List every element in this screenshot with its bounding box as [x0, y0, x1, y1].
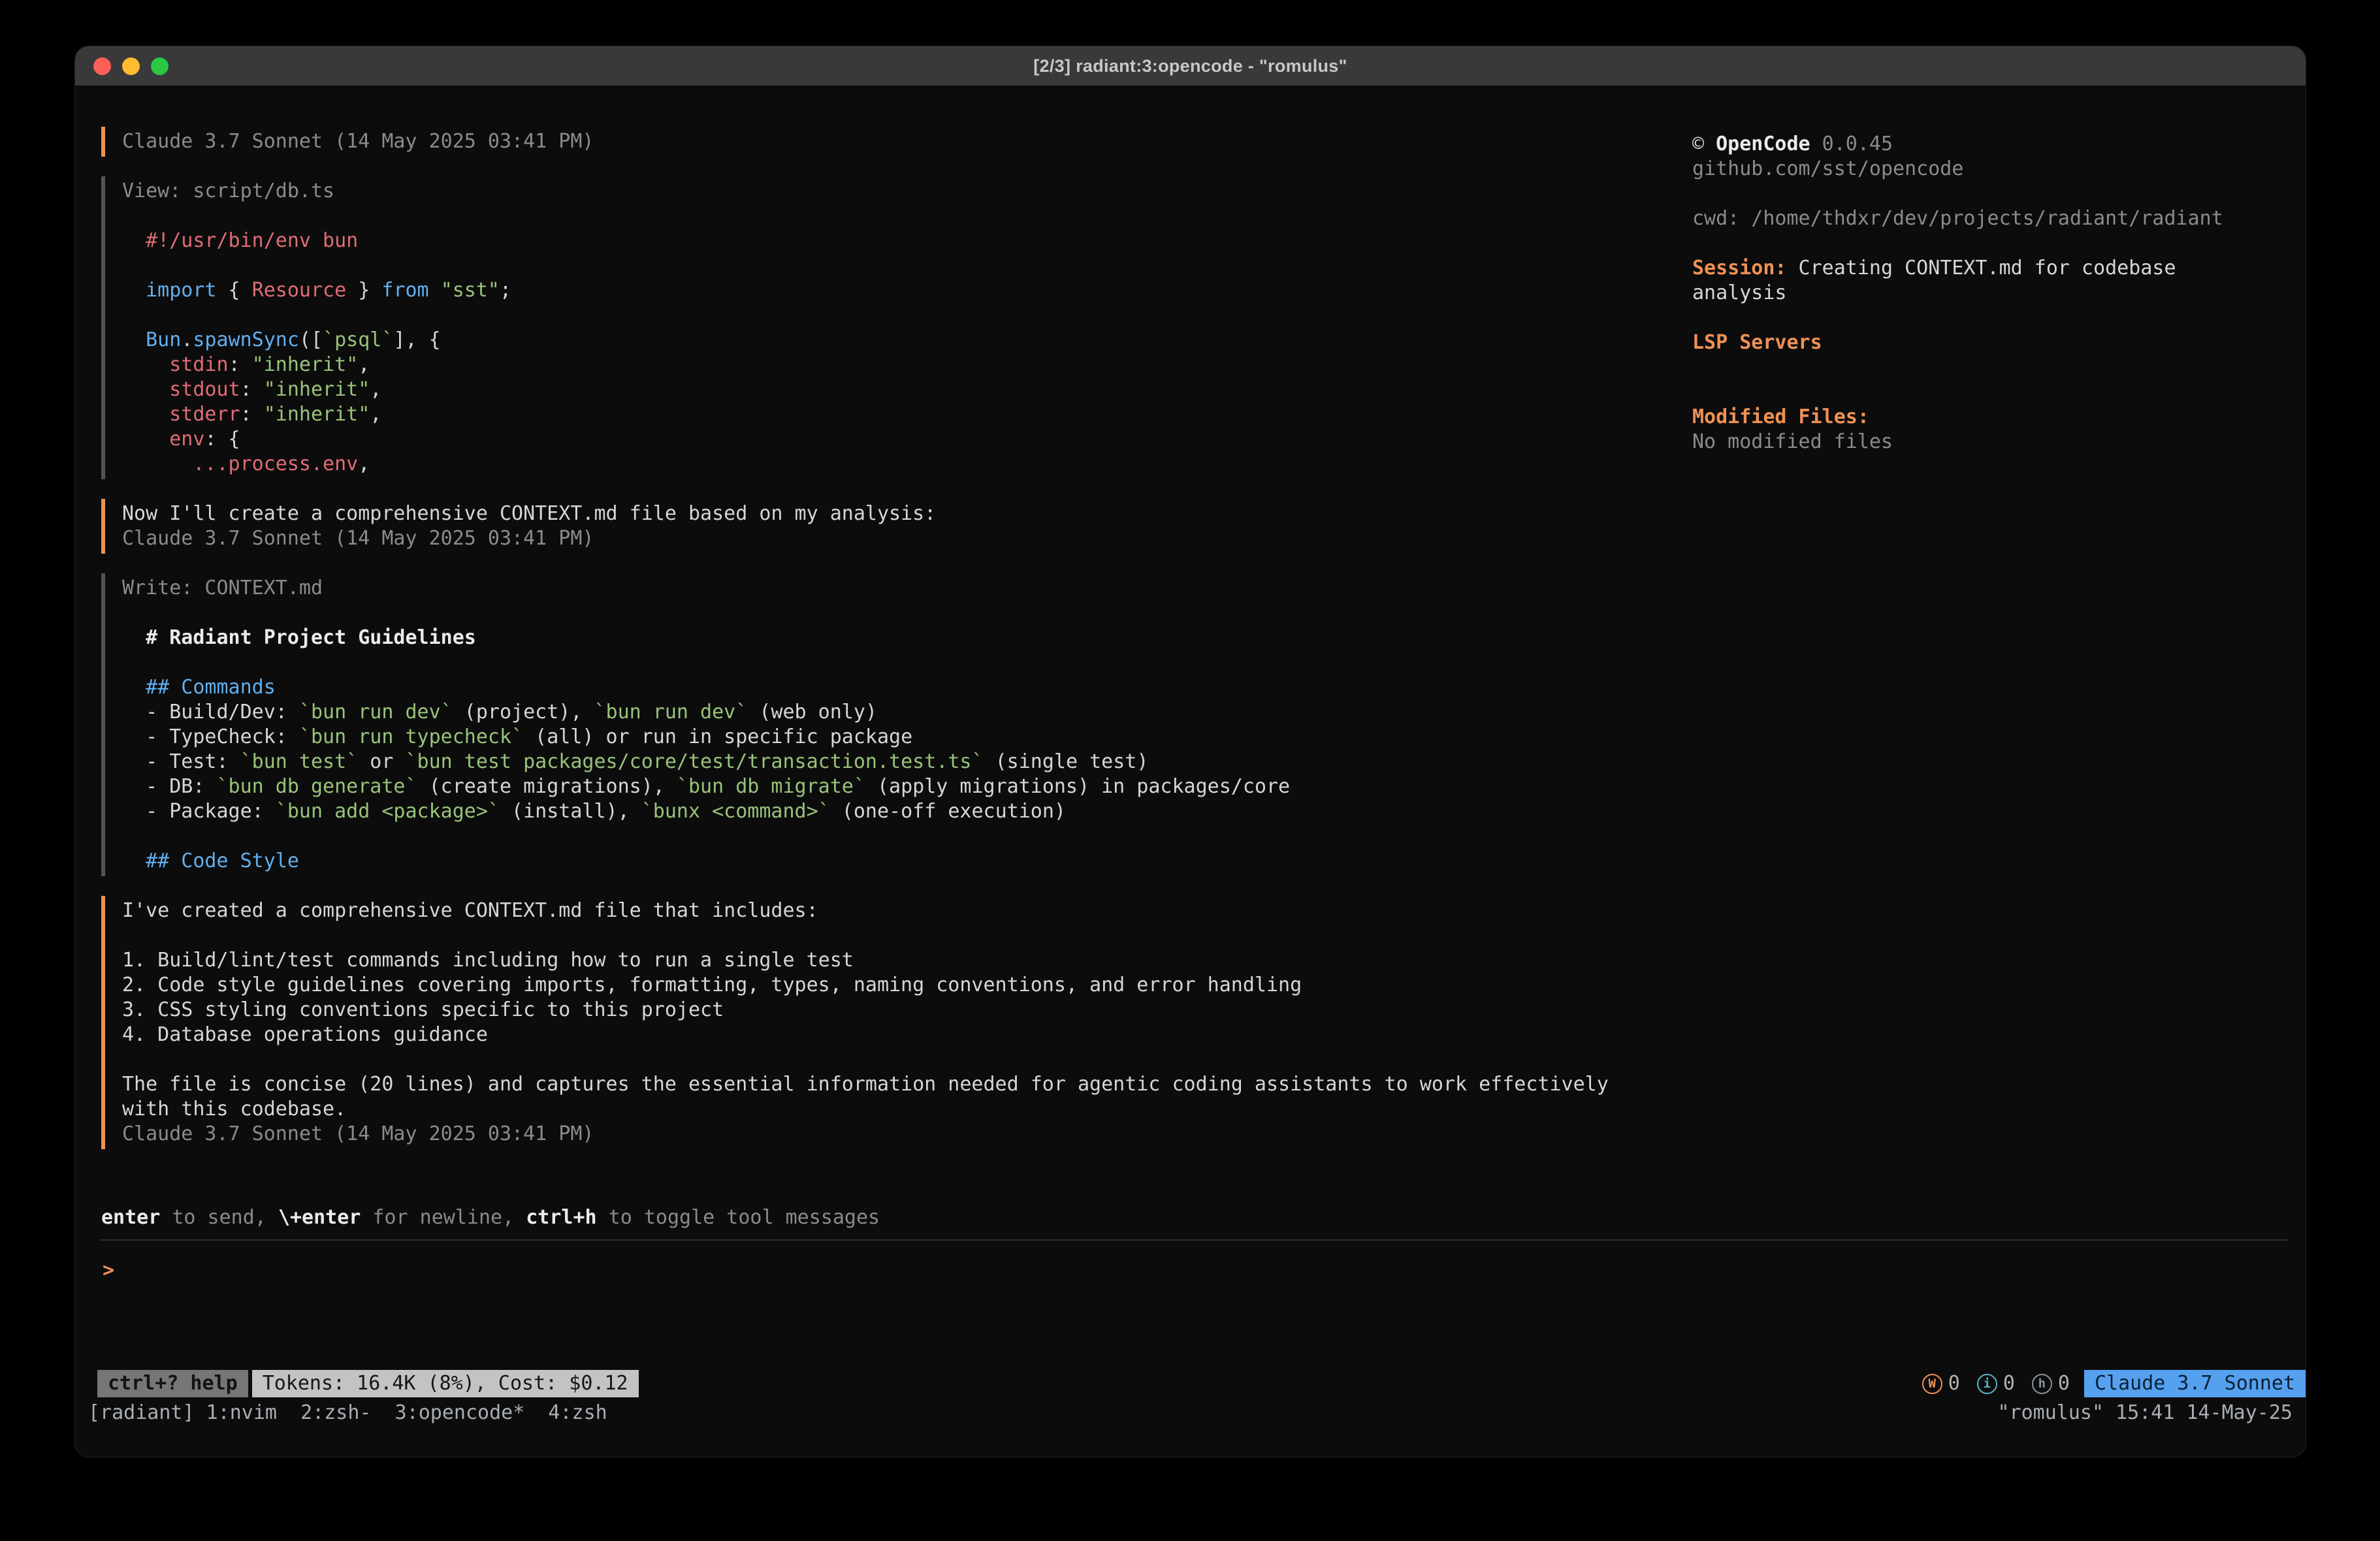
- text-line: cwd: /home/thdxr/dev/projects/radiant/ra…: [1692, 206, 2267, 231]
- text-line: ## Commands: [122, 675, 1669, 700]
- text-line: Claude 3.7 Sonnet (14 May 2025 03:41 PM): [122, 1122, 1669, 1147]
- text-line: stdin: "inherit",: [122, 353, 1669, 377]
- window-title: [2/3] radiant:3:opencode - "romulus": [75, 56, 2306, 76]
- text-line: 1. Build/lint/test commands including ho…: [122, 948, 1669, 973]
- tmux-session-info: "romulus" 15:41 14-May-25: [1997, 1401, 2292, 1425]
- text-line: - TypeCheck: `bun run typecheck` (all) o…: [122, 725, 1669, 750]
- help-shortcut-chip: ctrl+? help: [97, 1370, 248, 1397]
- tmux-window-3opencode[interactable]: 3:opencode*: [372, 1401, 525, 1424]
- prompt-symbol: >: [103, 1259, 114, 1282]
- tmux-window-2zsh[interactable]: 2:zsh-: [277, 1401, 372, 1424]
- warning-indicator: W0: [1922, 1371, 1960, 1396]
- text-line: ## Code Style: [122, 849, 1669, 874]
- tmux-status-bar: [radiant] 1:nvim 2:zsh- 3:opencode* 4:zs…: [88, 1401, 2292, 1425]
- titlebar: [2/3] radiant:3:opencode - "romulus": [75, 46, 2306, 86]
- text-line: Write: CONTEXT.md: [122, 576, 1669, 601]
- tmux-window-4zsh[interactable]: 4:zsh: [524, 1401, 607, 1424]
- sidebar-lines: © OpenCode 0.0.45github.com/sst/opencode…: [1692, 132, 2267, 454]
- text-line: No modified files: [1692, 430, 2267, 454]
- text-line: ...process.env,: [122, 452, 1669, 477]
- tmux-window-1nvim[interactable]: 1:nvim: [206, 1401, 277, 1424]
- text-line: 3. CSS styling conventions specific to t…: [122, 998, 1669, 1023]
- fullscreen-button[interactable]: [151, 57, 169, 75]
- minimize-button[interactable]: [122, 57, 140, 75]
- text-line: Modified Files:: [1692, 405, 2267, 430]
- text-line: analysis: [1692, 281, 2267, 306]
- traffic-lights: [75, 57, 169, 75]
- text-line: [122, 650, 1669, 675]
- text-line: - Build/Dev: `bun run dev` (project), `b…: [122, 700, 1669, 725]
- text-line: [122, 824, 1669, 849]
- close-button[interactable]: [93, 57, 111, 75]
- statusbar-spacer: [643, 1370, 1918, 1397]
- info-count: 0: [2003, 1371, 2015, 1396]
- text-line: The file is concise (20 lines) and captu…: [122, 1072, 1669, 1097]
- text-line: Claude 3.7 Sonnet (14 May 2025 03:41 PM): [122, 526, 1669, 551]
- tmux-windows: [radiant] 1:nvim 2:zsh- 3:opencode* 4:zs…: [88, 1401, 607, 1425]
- text-line: [122, 923, 1669, 948]
- text-line: - Package: `bun add <package>` (install)…: [122, 799, 1669, 824]
- hint-segment: for newline,: [361, 1206, 526, 1229]
- text-line: #!/usr/bin/env bun: [122, 229, 1669, 253]
- hint-segment: ctrl+h: [526, 1206, 596, 1229]
- text-line: - DB: `bun db generate` (create migratio…: [122, 774, 1669, 799]
- text-line: © OpenCode 0.0.45: [1692, 132, 2267, 157]
- hint-segment: to send,: [160, 1206, 278, 1229]
- model-chip: Claude 3.7 Sonnet: [2084, 1370, 2306, 1397]
- hint-line: enter to send, \+enter for newline, ctrl…: [101, 1205, 880, 1230]
- text-line: [122, 204, 1669, 229]
- text-line: [1692, 306, 2267, 330]
- text-line: env: {: [122, 427, 1669, 452]
- diagnostics: W0i0h0: [1922, 1370, 2070, 1397]
- tmux-session-name: [radiant]: [88, 1401, 206, 1424]
- chat-area: Claude 3.7 Sonnet (14 May 2025 03:41 PM)…: [101, 127, 1669, 1169]
- hint-icon: h: [2032, 1374, 2052, 1394]
- info-icon: i: [1977, 1374, 1997, 1394]
- text-line: with this codebase.: [122, 1097, 1669, 1122]
- text-line: 2. Code style guidelines covering import…: [122, 973, 1669, 998]
- text-line: Claude 3.7 Sonnet (14 May 2025 03:41 PM): [122, 129, 1669, 154]
- hint-count: 0: [2058, 1371, 2070, 1396]
- text-line: LSP Servers: [1692, 330, 2267, 355]
- text-line: [1692, 231, 2267, 256]
- text-line: 4. Database operations guidance: [122, 1023, 1669, 1047]
- text-line: View: script/db.ts: [122, 179, 1669, 204]
- text-line: [1692, 355, 2267, 380]
- chat-block-tool: View: script/db.ts #!/usr/bin/env bun im…: [101, 176, 1669, 479]
- input-divider: [100, 1239, 2289, 1241]
- hint-segment: \+enter: [278, 1206, 361, 1229]
- hint-indicator: h0: [2032, 1371, 2070, 1396]
- text-line: [1692, 182, 2267, 206]
- text-line: - Test: `bun test` or `bun test packages…: [122, 750, 1669, 774]
- text-line: Bun.spawnSync([`psql`], {: [122, 328, 1669, 353]
- info-indicator: i0: [1977, 1371, 2015, 1396]
- tokens-cost-chip: Tokens: 16.4K (8%), Cost: $0.12: [252, 1370, 639, 1397]
- text-line: github.com/sst/opencode: [1692, 157, 2267, 182]
- warning-count: 0: [1948, 1371, 1960, 1396]
- chat-block-tool: Write: CONTEXT.md # Radiant Project Guid…: [101, 573, 1669, 876]
- text-line: I've created a comprehensive CONTEXT.md …: [122, 898, 1669, 923]
- text-line: [122, 303, 1669, 328]
- text-line: # Radiant Project Guidelines: [122, 626, 1669, 650]
- terminal-window: [2/3] radiant:3:opencode - "romulus" Cla…: [74, 46, 2306, 1457]
- text-line: Session: Creating CONTEXT.md for codebas…: [1692, 256, 2267, 281]
- warning-icon: W: [1922, 1374, 1942, 1394]
- terminal-content: Claude 3.7 Sonnet (14 May 2025 03:41 PM)…: [75, 86, 2306, 1457]
- text-line: [122, 601, 1669, 626]
- status-bar: ctrl+? help Tokens: 16.4K (8%), Cost: $0…: [97, 1370, 2306, 1397]
- prompt-input-line[interactable]: >: [103, 1258, 1539, 1290]
- text-line: Now I'll create a comprehensive CONTEXT.…: [122, 501, 1669, 526]
- chat-block-message: Now I'll create a comprehensive CONTEXT.…: [101, 499, 1669, 554]
- chat-block-message: Claude 3.7 Sonnet (14 May 2025 03:41 PM): [101, 127, 1669, 157]
- text-line: [122, 253, 1669, 278]
- hint-segment: enter: [101, 1206, 160, 1229]
- chat-block-message: I've created a comprehensive CONTEXT.md …: [101, 896, 1669, 1149]
- text-line: stdout: "inherit",: [122, 377, 1669, 402]
- text-line: [122, 1047, 1669, 1072]
- text-line: stderr: "inherit",: [122, 402, 1669, 427]
- text-line: [1692, 380, 2267, 405]
- sidebar: © OpenCode 0.0.45github.com/sst/opencode…: [1692, 132, 2267, 454]
- hint-segment: to toggle tool messages: [597, 1206, 880, 1229]
- text-line: import { Resource } from "sst";: [122, 278, 1669, 303]
